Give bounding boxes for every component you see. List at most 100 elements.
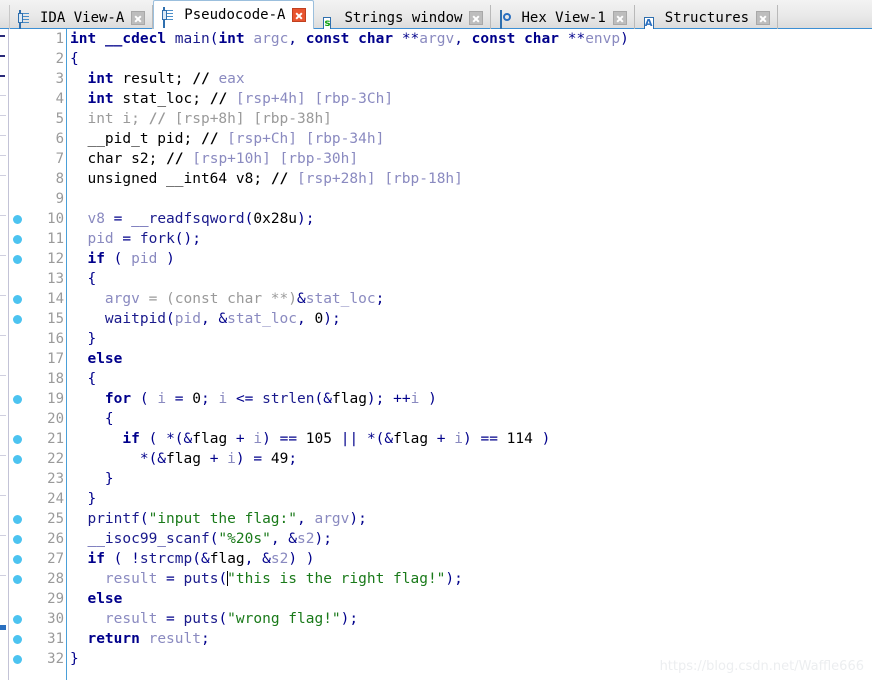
breakpoint-column[interactable] bbox=[10, 29, 30, 669]
close-icon[interactable] bbox=[131, 11, 146, 25]
code-line[interactable]: unsigned __int64 v8; // [rsp+28h] [rbp-1… bbox=[68, 169, 872, 189]
breakpoint-marker[interactable] bbox=[10, 389, 30, 409]
breakpoint-dot-icon[interactable] bbox=[13, 615, 22, 624]
breakpoint-slot[interactable] bbox=[10, 109, 30, 129]
breakpoint-marker[interactable] bbox=[10, 429, 30, 449]
breakpoint-dot-icon[interactable] bbox=[13, 655, 22, 664]
breakpoint-slot[interactable] bbox=[10, 29, 30, 49]
breakpoint-slot[interactable] bbox=[10, 369, 30, 389]
breakpoint-slot[interactable] bbox=[10, 409, 30, 429]
breakpoint-slot[interactable] bbox=[10, 589, 30, 609]
code-line[interactable]: waitpid(pid, &stat_loc, 0); bbox=[68, 309, 872, 329]
code-line[interactable]: *(&flag + i) = 49; bbox=[68, 449, 872, 469]
code-line[interactable]: int i; // [rsp+8h] [rbp-38h] bbox=[68, 109, 872, 129]
code-line[interactable]: } bbox=[68, 469, 872, 489]
tab-structures[interactable]: A Structures bbox=[635, 5, 779, 31]
code-line[interactable]: result = puts("this is the right flag!")… bbox=[68, 569, 872, 589]
code-line[interactable]: char s2; // [rsp+10h] [rbp-30h] bbox=[68, 149, 872, 169]
code-line[interactable]: __pid_t pid; // [rsp+Ch] [rbp-34h] bbox=[68, 129, 872, 149]
breakpoint-dot-icon[interactable] bbox=[13, 315, 22, 324]
code-line[interactable]: int stat_loc; // [rsp+4h] [rbp-3Ch] bbox=[68, 89, 872, 109]
close-icon[interactable] bbox=[469, 11, 484, 25]
breakpoint-slot[interactable] bbox=[10, 269, 30, 289]
breakpoint-marker[interactable] bbox=[10, 289, 30, 309]
breakpoint-dot-icon[interactable] bbox=[13, 235, 22, 244]
breakpoint-slot[interactable] bbox=[10, 49, 30, 69]
breakpoint-marker[interactable] bbox=[10, 509, 30, 529]
breakpoint-marker[interactable] bbox=[10, 549, 30, 569]
tab-hex-view-1[interactable]: Hex View-1 bbox=[491, 5, 635, 31]
tab-label: Structures bbox=[664, 10, 750, 26]
breakpoint-marker[interactable] bbox=[10, 649, 30, 669]
code-line[interactable]: { bbox=[68, 49, 872, 69]
breakpoint-marker[interactable] bbox=[10, 449, 30, 469]
tab-label: Pseudocode-A bbox=[184, 7, 286, 23]
breakpoint-marker[interactable] bbox=[10, 529, 30, 549]
breakpoint-dot-icon[interactable] bbox=[13, 555, 22, 564]
code-line[interactable]: } bbox=[68, 329, 872, 349]
code-content[interactable]: int __cdecl main(int argc, const char **… bbox=[68, 29, 872, 680]
breakpoint-dot-icon[interactable] bbox=[13, 395, 22, 404]
line-number: 21 bbox=[47, 431, 64, 447]
code-line[interactable]: { bbox=[68, 269, 872, 289]
code-line[interactable]: printf("input the flag:", argv); bbox=[68, 509, 872, 529]
code-line[interactable]: int __cdecl main(int argc, const char **… bbox=[68, 29, 872, 49]
breakpoint-dot-icon[interactable] bbox=[13, 515, 22, 524]
tab-ida-view-a[interactable]: IDA View-A bbox=[9, 5, 154, 31]
code-line[interactable]: else bbox=[68, 589, 872, 609]
navigation-strip[interactable] bbox=[0, 29, 9, 680]
breakpoint-marker[interactable] bbox=[10, 569, 30, 589]
breakpoint-slot[interactable] bbox=[10, 129, 30, 149]
breakpoint-slot[interactable] bbox=[10, 349, 30, 369]
code-line[interactable]: if ( pid ) bbox=[68, 249, 872, 269]
breakpoint-marker[interactable] bbox=[10, 249, 30, 269]
code-line[interactable]: if ( *(&flag + i) == 105 || *(&flag + i)… bbox=[68, 429, 872, 449]
breakpoint-slot[interactable] bbox=[10, 469, 30, 489]
breakpoint-dot-icon[interactable] bbox=[13, 215, 22, 224]
line-number: 11 bbox=[47, 231, 64, 247]
breakpoint-slot[interactable] bbox=[10, 489, 30, 509]
code-line[interactable]: argv = (const char **)&stat_loc; bbox=[68, 289, 872, 309]
pseudocode-editor[interactable]: 1 2 3 4 5 6 7 8 9 10 11 12 13 14 15 16 17 18 19 20 21 22 23 24 2… bbox=[0, 29, 872, 680]
code-line[interactable]: if ( !strcmp(&flag, &s2) ) bbox=[68, 549, 872, 569]
breakpoint-dot-icon[interactable] bbox=[13, 575, 22, 584]
close-icon[interactable] bbox=[612, 11, 627, 25]
code-line[interactable]: pid = fork(); bbox=[68, 229, 872, 249]
breakpoint-slot[interactable] bbox=[10, 89, 30, 109]
breakpoint-dot-icon[interactable] bbox=[13, 535, 22, 544]
code-line[interactable]: v8 = __readfsqword(0x28u); bbox=[68, 209, 872, 229]
breakpoint-slot[interactable] bbox=[10, 69, 30, 89]
breakpoint-slot[interactable] bbox=[10, 329, 30, 349]
close-icon[interactable] bbox=[756, 11, 771, 25]
breakpoint-dot-icon[interactable] bbox=[13, 255, 22, 264]
code-line[interactable]: { bbox=[68, 369, 872, 389]
breakpoint-marker[interactable] bbox=[10, 229, 30, 249]
code-line[interactable]: int result; // eax bbox=[68, 69, 872, 89]
code-line[interactable]: } bbox=[68, 489, 872, 509]
code-line[interactable]: __isoc99_scanf("%20s", &s2); bbox=[68, 529, 872, 549]
breakpoint-dot-icon[interactable] bbox=[13, 435, 22, 444]
close-icon[interactable] bbox=[292, 8, 307, 22]
breakpoint-slot[interactable] bbox=[10, 189, 30, 209]
breakpoint-dot-icon[interactable] bbox=[13, 295, 22, 304]
code-line[interactable]: return result; bbox=[68, 629, 872, 649]
code-line[interactable]: else bbox=[68, 349, 872, 369]
line-number: 24 bbox=[47, 491, 64, 507]
breakpoint-marker[interactable] bbox=[10, 309, 30, 329]
breakpoint-marker[interactable] bbox=[10, 209, 30, 229]
tab-pseudocode-a[interactable]: Pseudocode-A bbox=[153, 0, 315, 29]
breakpoint-marker[interactable] bbox=[10, 609, 30, 629]
tab-strings-window[interactable]: s Strings window bbox=[314, 5, 492, 31]
line-number: 13 bbox=[47, 271, 64, 287]
breakpoint-slot[interactable] bbox=[10, 149, 30, 169]
line-number: 30 bbox=[47, 611, 64, 627]
code-line[interactable] bbox=[68, 189, 872, 209]
editor-gutter[interactable]: 1 2 3 4 5 6 7 8 9 10 11 12 13 14 15 16 17 18 19 20 21 22 23 24 2… bbox=[10, 29, 66, 680]
breakpoint-marker[interactable] bbox=[10, 629, 30, 649]
breakpoint-dot-icon[interactable] bbox=[13, 455, 22, 464]
code-line[interactable]: for ( i = 0; i <= strlen(&flag); ++i ) bbox=[68, 389, 872, 409]
code-line[interactable]: result = puts("wrong flag!"); bbox=[68, 609, 872, 629]
code-line[interactable]: { bbox=[68, 409, 872, 429]
breakpoint-slot[interactable] bbox=[10, 169, 30, 189]
breakpoint-dot-icon[interactable] bbox=[13, 635, 22, 644]
